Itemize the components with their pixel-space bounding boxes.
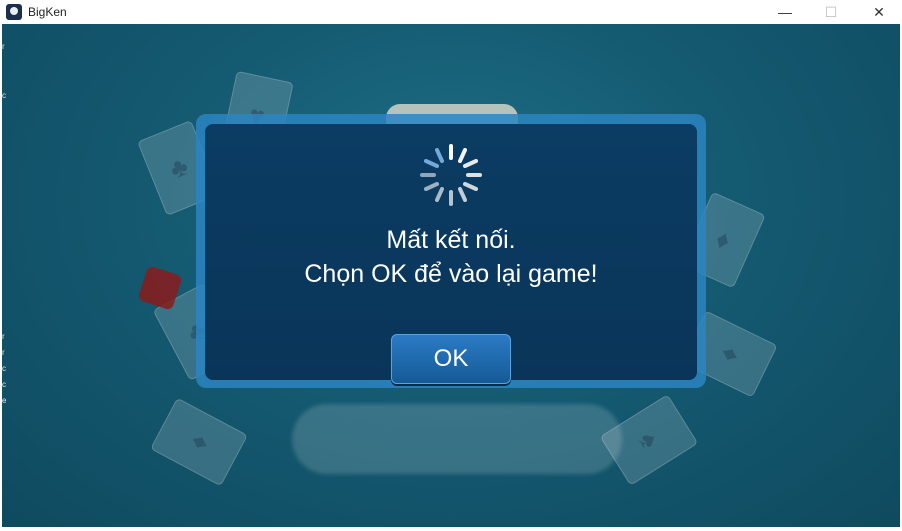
club-icon: ♣ bbox=[165, 150, 193, 185]
ok-button[interactable]: OK bbox=[391, 334, 511, 384]
title-bar[interactable]: BigKen — ☐ ✕ bbox=[0, 0, 902, 24]
maximize-icon[interactable]: ☐ bbox=[808, 0, 854, 24]
edge-text-fragment: c bbox=[2, 380, 6, 389]
diamond-icon: ♦ bbox=[712, 341, 745, 367]
edge-text-fragment: r bbox=[2, 348, 5, 357]
connection-lost-dialog: Mất kết nối. Chọn OK để vào lại game! OK bbox=[205, 124, 697, 384]
spade-icon: ♠ bbox=[633, 425, 666, 454]
edge-text-fragment: c bbox=[2, 364, 6, 373]
edge-text-fragment: c bbox=[2, 91, 6, 100]
dialog-message-line1: Mất kết nối. bbox=[386, 226, 516, 254]
diamond-icon: ♦ bbox=[182, 428, 215, 455]
edge-text-fragment: r bbox=[2, 332, 5, 341]
cloud-decoration bbox=[292, 404, 622, 474]
app-window: BigKen — ☐ ✕ r c r r c c e ♥ ♣ ♣ ♦ ♦ ♦ ♠ bbox=[0, 0, 902, 531]
edge-text-fragment: r bbox=[2, 42, 5, 51]
minimize-icon[interactable]: — bbox=[762, 0, 808, 24]
playing-card: ♦ bbox=[150, 397, 248, 487]
window-title: BigKen bbox=[28, 5, 67, 19]
edge-text-fragment: e bbox=[2, 396, 7, 405]
diamond-icon: ♦ bbox=[711, 223, 736, 256]
app-icon bbox=[6, 4, 22, 20]
loading-spinner-icon bbox=[420, 144, 482, 206]
dialog-message-line2: Chọn OK để vào lại game! bbox=[304, 260, 598, 288]
close-icon[interactable]: ✕ bbox=[856, 0, 902, 24]
